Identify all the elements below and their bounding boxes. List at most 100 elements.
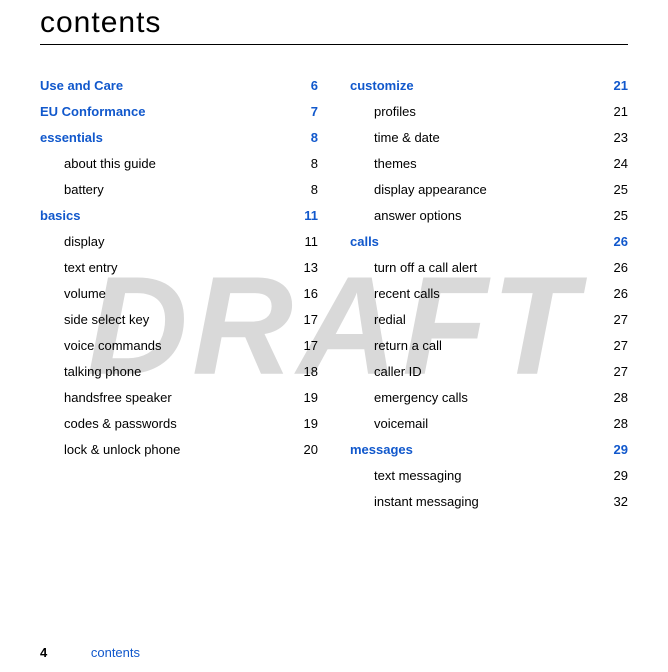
toc-subitem[interactable]: answer options 25 — [350, 203, 628, 229]
toc-page-number: 26 — [604, 281, 628, 307]
toc-section[interactable]: customize 21 — [350, 73, 628, 99]
toc-subitem[interactable]: time & date 23 — [350, 125, 628, 151]
toc-page-number: 20 — [294, 437, 318, 463]
toc-label: instant messaging — [374, 489, 479, 515]
toc-subitem[interactable]: codes & passwords19 — [40, 411, 318, 437]
toc-leader — [440, 285, 604, 298]
toc-subitem[interactable]: volume16 — [40, 281, 318, 307]
toc-subitem[interactable]: emergency calls28 — [350, 385, 628, 411]
toc-label: time & date — [374, 125, 440, 151]
toc-label: answer options — [374, 203, 461, 229]
toc-label: return a call — [374, 333, 442, 359]
toc-subitem[interactable]: caller ID27 — [350, 359, 628, 385]
toc-section[interactable]: Use and Care 6 — [40, 73, 318, 99]
toc-section[interactable]: essentials8 — [40, 125, 318, 151]
toc-column-right: customize 21 profiles 21 time & date 23themes… — [350, 73, 628, 515]
toc-leader — [422, 363, 604, 376]
toc-page-number: 8 — [294, 125, 318, 151]
toc-page-number: 27 — [604, 333, 628, 359]
page-number: 4 — [40, 645, 47, 660]
toc-page-number: 29 — [604, 463, 628, 489]
toc-page-number: 8 — [294, 151, 318, 177]
title-rule — [40, 44, 628, 45]
toc-leader — [440, 129, 604, 142]
toc-section[interactable]: EU Conformance7 — [40, 99, 318, 125]
toc-leader — [149, 311, 294, 324]
toc-label: display appearance — [374, 177, 487, 203]
toc-page-number: 18 — [294, 359, 318, 385]
toc-leader — [180, 441, 294, 454]
toc-page-number: 25 — [604, 203, 628, 229]
toc-label: lock & unlock phone — [64, 437, 180, 463]
toc-leader — [379, 233, 604, 246]
toc-page-number: 11 — [294, 203, 318, 229]
toc-subitem[interactable]: display11 — [40, 229, 318, 255]
page-title: contents — [40, 6, 628, 40]
toc-page-number: 26 — [604, 229, 628, 255]
toc-subitem[interactable]: lock & unlock phone 20 — [40, 437, 318, 463]
toc-subitem[interactable]: voicemail 28 — [350, 411, 628, 437]
toc-subitem[interactable]: voice commands 17 — [40, 333, 318, 359]
toc-page-number: 23 — [604, 125, 628, 151]
toc-page-number: 13 — [294, 255, 318, 281]
toc-label: caller ID — [374, 359, 422, 385]
toc-label: side select key — [64, 307, 149, 333]
toc-subitem[interactable]: text entry13 — [40, 255, 318, 281]
toc-page-number: 32 — [604, 489, 628, 515]
toc-page-number: 21 — [604, 99, 628, 125]
toc-leader — [442, 337, 604, 350]
toc-subitem[interactable]: talking phone18 — [40, 359, 318, 385]
toc-subitem[interactable]: display appearance25 — [350, 177, 628, 203]
toc-leader — [156, 155, 294, 168]
toc-page-number: 6 — [294, 73, 318, 99]
toc-page-number: 26 — [604, 255, 628, 281]
toc-section[interactable]: calls26 — [350, 229, 628, 255]
page-footer: 4 contents — [40, 645, 140, 660]
toc-subitem[interactable]: side select key 17 — [40, 307, 318, 333]
toc-page-number: 28 — [604, 411, 628, 437]
toc-label: voicemail — [374, 411, 428, 437]
toc-leader — [477, 259, 604, 272]
toc-subitem[interactable]: battery8 — [40, 177, 318, 203]
toc-page-number: 19 — [294, 411, 318, 437]
toc-page-number: 8 — [294, 177, 318, 203]
toc-label: customize — [350, 73, 414, 99]
toc-leader — [141, 363, 294, 376]
toc-section[interactable]: messages29 — [350, 437, 628, 463]
toc-subitem[interactable]: profiles 21 — [350, 99, 628, 125]
toc-leader — [172, 389, 294, 402]
toc-page-number: 7 — [294, 99, 318, 125]
toc-leader — [417, 155, 604, 168]
toc-page-number: 27 — [604, 307, 628, 333]
toc-subitem[interactable]: handsfree speaker19 — [40, 385, 318, 411]
toc-leader — [461, 467, 604, 480]
toc-label: redial — [374, 307, 406, 333]
toc-subitem[interactable]: return a call 27 — [350, 333, 628, 359]
toc-label: messages — [350, 437, 413, 463]
toc-label: voice commands — [64, 333, 162, 359]
toc-leader — [414, 77, 604, 90]
toc-subitem[interactable]: redial 27 — [350, 307, 628, 333]
toc-page-number: 16 — [294, 281, 318, 307]
toc-subitem[interactable]: themes24 — [350, 151, 628, 177]
toc-page-number: 17 — [294, 307, 318, 333]
toc-page-number: 11 — [294, 229, 318, 255]
toc-label: Use and Care — [40, 73, 123, 99]
toc-subitem[interactable]: text messaging29 — [350, 463, 628, 489]
toc-page-number: 17 — [294, 333, 318, 359]
toc-subitem[interactable]: recent calls26 — [350, 281, 628, 307]
toc-leader — [468, 389, 604, 402]
toc-subitem[interactable]: turn off a call alert26 — [350, 255, 628, 281]
toc-label: emergency calls — [374, 385, 468, 411]
toc-leader — [123, 77, 294, 90]
toc-columns: Use and Care6EU Conformance7essentials8a… — [40, 73, 628, 515]
toc-leader — [104, 181, 294, 194]
toc-subitem[interactable]: about this guide8 — [40, 151, 318, 177]
toc-page-number: 21 — [604, 73, 628, 99]
toc-leader — [162, 337, 294, 350]
toc-leader — [428, 415, 604, 428]
toc-section[interactable]: basics11 — [40, 203, 318, 229]
toc-leader — [103, 129, 294, 142]
toc-subitem[interactable]: instant messaging 32 — [350, 489, 628, 515]
toc-label: profiles — [374, 99, 416, 125]
